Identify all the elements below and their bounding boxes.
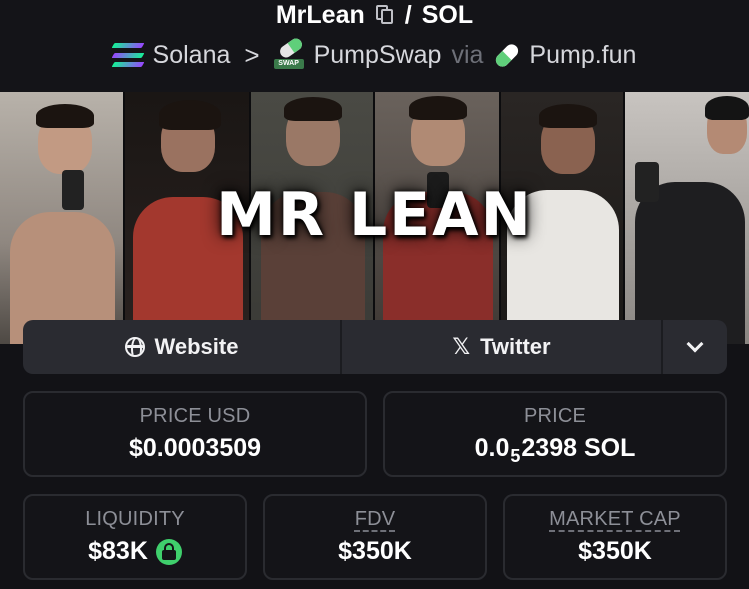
price-native-label: PRICE xyxy=(523,405,587,427)
price-native-main: 0.0 xyxy=(474,434,510,462)
price-usd-card: PRICE USD $0.0003509 xyxy=(23,391,367,477)
fdv-value: $350K xyxy=(338,537,412,565)
pumpswap-badge: SWAP xyxy=(273,59,304,69)
price-usd-label: PRICE USD xyxy=(139,405,251,427)
market-cap-value: $350K xyxy=(578,537,652,565)
liquidity-value-row: $83K xyxy=(25,537,245,566)
more-links-button[interactable] xyxy=(663,320,727,374)
pumpfun-icon xyxy=(493,41,522,70)
liquidity-label: LIQUIDITY xyxy=(85,508,185,530)
liquidity-value: $83K xyxy=(88,537,148,565)
twitter-label: Twitter xyxy=(480,334,551,359)
price-native-rest: 2398 SOL xyxy=(521,434,636,462)
pair-separator: / xyxy=(404,0,412,29)
token-banner-image: MR LEAN xyxy=(0,92,749,344)
chain-link[interactable]: Solana xyxy=(153,41,231,70)
banner-title: MR LEAN xyxy=(216,180,533,250)
price-native-value: 0.0 5 2398 SOL xyxy=(385,434,725,466)
price-native-zero-count: 5 xyxy=(510,446,521,466)
via-label: via xyxy=(451,40,484,69)
website-button[interactable]: Website xyxy=(23,320,342,374)
quote-token: SOL xyxy=(421,0,474,29)
price-usd-value: $0.0003509 xyxy=(128,434,262,462)
pair-header: MrLean / SOL Solana > SWAP PumpSwap via … xyxy=(0,0,749,92)
launchpad-link[interactable]: Pump.fun xyxy=(529,41,636,70)
pair-title: MrLean / SOL xyxy=(0,0,749,30)
market-cap-label[interactable]: MARKET CAP xyxy=(505,508,725,531)
fdv-label[interactable]: FDV xyxy=(265,508,485,531)
price-native-card: PRICE 0.0 5 2398 SOL xyxy=(383,391,727,477)
dex-link[interactable]: PumpSwap xyxy=(314,41,442,70)
fdv-card: FDV $350K xyxy=(263,494,487,580)
chevron-down-icon xyxy=(686,335,704,353)
globe-icon xyxy=(124,337,145,357)
twitter-button[interactable]: 𝕏 Twitter xyxy=(342,320,663,374)
market-cap-card: MARKET CAP $350K xyxy=(503,494,727,580)
pumpswap-icon: SWAP xyxy=(273,36,304,70)
copy-icon[interactable] xyxy=(375,4,395,26)
social-links-bar: Website 𝕏 Twitter xyxy=(23,320,727,374)
breadcrumb: Solana > SWAP PumpSwap via Pump.fun xyxy=(0,36,749,73)
breadcrumb-separator: > xyxy=(244,39,260,70)
website-label: Website xyxy=(154,334,239,359)
lock-icon[interactable] xyxy=(155,538,182,565)
token-name: MrLean xyxy=(275,0,365,29)
solana-icon xyxy=(111,43,144,67)
liquidity-card: LIQUIDITY $83K xyxy=(23,494,247,580)
x-icon: 𝕏 xyxy=(452,334,471,360)
